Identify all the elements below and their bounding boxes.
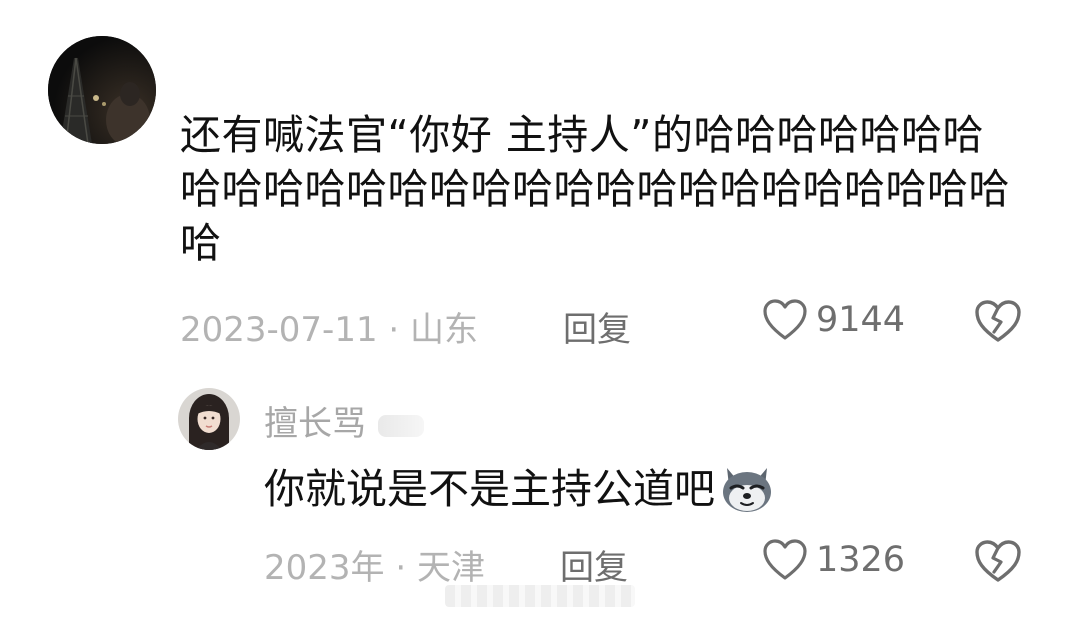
heart-outline-icon [762,538,808,582]
reply-user-avatar[interactable] [178,388,240,450]
watermark-blur [445,585,635,607]
dislike-button[interactable] [973,298,1023,344]
heart-outline-icon [762,298,808,342]
reply-text: 你就说是不是主持公道吧 [264,465,715,513]
reply-button[interactable]: 回复 [563,302,631,351]
commenter-avatar[interactable] [48,36,156,144]
reply-like-count: 1326 [816,540,906,580]
like-button[interactable]: 9144 [762,298,905,342]
comment-date-location: 2023-07-11 · 山东 [180,310,479,350]
woman-portrait-avatar-image [178,388,240,450]
doge-wolf-emoji-icon [719,464,775,514]
night-tower-avatar-image [48,36,156,144]
reply-to-reply-button[interactable]: 回复 [560,540,628,589]
reply-dislike-button[interactable] [973,538,1023,584]
broken-heart-icon [973,538,1023,584]
comment-text: 还有喊法官“你好 主持人”的哈哈哈哈哈哈哈哈哈哈哈哈哈哈哈哈哈哈哈哈哈哈哈哈哈哈… [180,111,1010,267]
username-blur-mask [378,415,424,437]
broken-heart-icon [973,298,1023,344]
like-count: 9144 [816,300,906,340]
reply-date-location: 2023年 · 天津 [264,548,485,588]
reply-username[interactable]: 擅长骂 [264,396,366,445]
reply-text-line: 你就说是不是主持公道吧 [264,462,775,516]
comment-thread: 还有喊法官“你好 主持人”的哈哈哈哈哈哈哈哈哈哈哈哈哈哈哈哈哈哈哈哈哈哈哈哈哈哈… [0,0,1080,620]
reply-like-button[interactable]: 1326 [762,538,905,582]
